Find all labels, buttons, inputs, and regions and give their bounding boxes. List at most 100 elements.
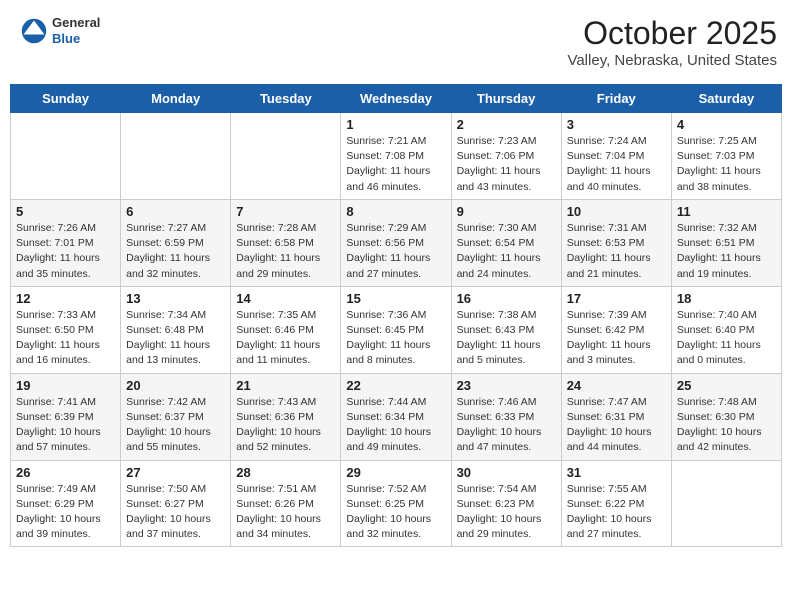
- weekday-header: Saturday: [671, 85, 781, 113]
- calendar-day-cell: 16 Sunrise: 7:38 AM Sunset: 6:43 PM Dayli…: [451, 286, 561, 373]
- day-info: Sunrise: 7:47 AM Sunset: 6:31 PM Dayligh…: [567, 395, 666, 456]
- day-number: 21: [236, 378, 335, 393]
- calendar-day-cell: 26 Sunrise: 7:49 AM Sunset: 6:29 PM Dayli…: [11, 460, 121, 547]
- weekday-header: Friday: [561, 85, 671, 113]
- day-info: Sunrise: 7:52 AM Sunset: 6:25 PM Dayligh…: [346, 482, 445, 543]
- day-info: Sunrise: 7:34 AM Sunset: 6:48 PM Dayligh…: [126, 308, 225, 369]
- day-info: Sunrise: 7:36 AM Sunset: 6:45 PM Dayligh…: [346, 308, 445, 369]
- calendar-day-cell: 6 Sunrise: 7:27 AM Sunset: 6:59 PM Daylig…: [121, 199, 231, 286]
- day-number: 29: [346, 465, 445, 480]
- day-number: 18: [677, 291, 776, 306]
- logo: General Blue: [20, 15, 100, 46]
- calendar-day-cell: 25Sunrise: 7:48 AM Sunset: 6:30 PM Dayli…: [671, 373, 781, 460]
- day-number: 14: [236, 291, 335, 306]
- calendar-day-cell: 4 Sunrise: 7:25 AM Sunset: 7:03 PM Daylig…: [671, 113, 781, 200]
- day-info: Sunrise: 7:31 AM Sunset: 6:53 PM Dayligh…: [567, 221, 666, 282]
- weekday-header-row: SundayMondayTuesdayWednesdayThursdayFrid…: [11, 85, 782, 113]
- calendar-day-cell: 19 Sunrise: 7:41 AM Sunset: 6:39 PM Dayli…: [11, 373, 121, 460]
- day-number: 17: [567, 291, 666, 306]
- calendar-day-cell: 3 Sunrise: 7:24 AM Sunset: 7:04 PM Daylig…: [561, 113, 671, 200]
- calendar-day-cell: 30 Sunrise: 7:54 AM Sunset: 6:23 PM Dayli…: [451, 460, 561, 547]
- day-number: 22: [346, 378, 445, 393]
- day-number: 8: [346, 204, 445, 219]
- day-info: Sunrise: 7:55 AM Sunset: 6:22 PM Dayligh…: [567, 482, 666, 543]
- logo-general-text: General: [52, 15, 100, 31]
- day-number: 4: [677, 117, 776, 132]
- calendar-day-cell: 18Sunrise: 7:40 AM Sunset: 6:40 PM Dayli…: [671, 286, 781, 373]
- day-number: 12: [16, 291, 115, 306]
- day-info: Sunrise: 7:48 AM Sunset: 6:30 PM Dayligh…: [677, 395, 776, 456]
- calendar-day-cell: 20Sunrise: 7:42 AM Sunset: 6:37 PM Dayli…: [121, 373, 231, 460]
- day-number: 5: [16, 204, 115, 219]
- page-header: General Blue October 2025 Valley, Nebras…: [10, 10, 782, 74]
- calendar-week-row: 19 Sunrise: 7:41 AM Sunset: 6:39 PM Dayli…: [11, 373, 782, 460]
- day-info: Sunrise: 7:25 AM Sunset: 7:03 PM Dayligh…: [677, 134, 776, 195]
- calendar-day-cell: 8 Sunrise: 7:29 AM Sunset: 6:56 PM Daylig…: [341, 199, 451, 286]
- day-info: Sunrise: 7:33 AM Sunset: 6:50 PM Dayligh…: [16, 308, 115, 369]
- calendar-day-cell: 17 Sunrise: 7:39 AM Sunset: 6:42 PM Dayli…: [561, 286, 671, 373]
- day-info: Sunrise: 7:38 AM Sunset: 6:43 PM Dayligh…: [457, 308, 556, 369]
- calendar-day-cell: 28 Sunrise: 7:51 AM Sunset: 6:26 PM Dayli…: [231, 460, 341, 547]
- logo-icon: [20, 17, 48, 45]
- day-info: Sunrise: 7:30 AM Sunset: 6:54 PM Dayligh…: [457, 221, 556, 282]
- logo-blue-text: Blue: [52, 31, 100, 47]
- calendar-day-cell: 21 Sunrise: 7:43 AM Sunset: 6:36 PM Dayli…: [231, 373, 341, 460]
- day-info: Sunrise: 7:41 AM Sunset: 6:39 PM Dayligh…: [16, 395, 115, 456]
- day-number: 30: [457, 465, 556, 480]
- calendar-week-row: 26 Sunrise: 7:49 AM Sunset: 6:29 PM Dayli…: [11, 460, 782, 547]
- day-number: 19: [16, 378, 115, 393]
- calendar-table: SundayMondayTuesdayWednesdayThursdayFrid…: [10, 84, 782, 547]
- calendar-day-cell: 1 Sunrise: 7:21 AM Sunset: 7:08 PM Daylig…: [341, 113, 451, 200]
- calendar-day-cell: 23Sunrise: 7:46 AM Sunset: 6:33 PM Dayli…: [451, 373, 561, 460]
- day-info: Sunrise: 7:28 AM Sunset: 6:58 PM Dayligh…: [236, 221, 335, 282]
- day-number: 9: [457, 204, 556, 219]
- day-number: 15: [346, 291, 445, 306]
- title-section: October 2025 Valley, Nebraska, United St…: [567, 15, 777, 69]
- calendar-week-row: 1 Sunrise: 7:21 AM Sunset: 7:08 PM Daylig…: [11, 113, 782, 200]
- day-info: Sunrise: 7:23 AM Sunset: 7:06 PM Dayligh…: [457, 134, 556, 195]
- day-number: 6: [126, 204, 225, 219]
- day-number: 11: [677, 204, 776, 219]
- calendar-week-row: 5Sunrise: 7:26 AM Sunset: 7:01 PM Daylig…: [11, 199, 782, 286]
- day-number: 16: [457, 291, 556, 306]
- calendar-day-cell: 13 Sunrise: 7:34 AM Sunset: 6:48 PM Dayli…: [121, 286, 231, 373]
- calendar-day-cell: [671, 460, 781, 547]
- calendar-day-cell: 7Sunrise: 7:28 AM Sunset: 6:58 PM Daylig…: [231, 199, 341, 286]
- day-number: 13: [126, 291, 225, 306]
- day-info: Sunrise: 7:49 AM Sunset: 6:29 PM Dayligh…: [16, 482, 115, 543]
- month-title: October 2025: [567, 15, 777, 52]
- calendar-day-cell: 24 Sunrise: 7:47 AM Sunset: 6:31 PM Dayli…: [561, 373, 671, 460]
- calendar-day-cell: [231, 113, 341, 200]
- day-number: 1: [346, 117, 445, 132]
- calendar-day-cell: 27Sunrise: 7:50 AM Sunset: 6:27 PM Dayli…: [121, 460, 231, 547]
- calendar-day-cell: 22 Sunrise: 7:44 AM Sunset: 6:34 PM Dayli…: [341, 373, 451, 460]
- day-info: Sunrise: 7:21 AM Sunset: 7:08 PM Dayligh…: [346, 134, 445, 195]
- day-info: Sunrise: 7:27 AM Sunset: 6:59 PM Dayligh…: [126, 221, 225, 282]
- calendar-day-cell: 2 Sunrise: 7:23 AM Sunset: 7:06 PM Daylig…: [451, 113, 561, 200]
- day-number: 24: [567, 378, 666, 393]
- day-number: 26: [16, 465, 115, 480]
- day-info: Sunrise: 7:43 AM Sunset: 6:36 PM Dayligh…: [236, 395, 335, 456]
- calendar-day-cell: 15 Sunrise: 7:36 AM Sunset: 6:45 PM Dayli…: [341, 286, 451, 373]
- calendar-day-cell: 11 Sunrise: 7:32 AM Sunset: 6:51 PM Dayli…: [671, 199, 781, 286]
- day-info: Sunrise: 7:51 AM Sunset: 6:26 PM Dayligh…: [236, 482, 335, 543]
- day-info: Sunrise: 7:32 AM Sunset: 6:51 PM Dayligh…: [677, 221, 776, 282]
- day-info: Sunrise: 7:44 AM Sunset: 6:34 PM Dayligh…: [346, 395, 445, 456]
- day-number: 23: [457, 378, 556, 393]
- day-info: Sunrise: 7:29 AM Sunset: 6:56 PM Dayligh…: [346, 221, 445, 282]
- calendar-day-cell: 12 Sunrise: 7:33 AM Sunset: 6:50 PM Dayli…: [11, 286, 121, 373]
- day-info: Sunrise: 7:42 AM Sunset: 6:37 PM Dayligh…: [126, 395, 225, 456]
- calendar-day-cell: 31Sunrise: 7:55 AM Sunset: 6:22 PM Dayli…: [561, 460, 671, 547]
- calendar-day-cell: 10 Sunrise: 7:31 AM Sunset: 6:53 PM Dayli…: [561, 199, 671, 286]
- day-number: 10: [567, 204, 666, 219]
- day-number: 28: [236, 465, 335, 480]
- calendar-day-cell: 5Sunrise: 7:26 AM Sunset: 7:01 PM Daylig…: [11, 199, 121, 286]
- day-info: Sunrise: 7:54 AM Sunset: 6:23 PM Dayligh…: [457, 482, 556, 543]
- day-info: Sunrise: 7:50 AM Sunset: 6:27 PM Dayligh…: [126, 482, 225, 543]
- location: Valley, Nebraska, United States: [567, 52, 777, 69]
- day-info: Sunrise: 7:24 AM Sunset: 7:04 PM Dayligh…: [567, 134, 666, 195]
- day-info: Sunrise: 7:39 AM Sunset: 6:42 PM Dayligh…: [567, 308, 666, 369]
- day-number: 2: [457, 117, 556, 132]
- day-number: 3: [567, 117, 666, 132]
- calendar-day-cell: [11, 113, 121, 200]
